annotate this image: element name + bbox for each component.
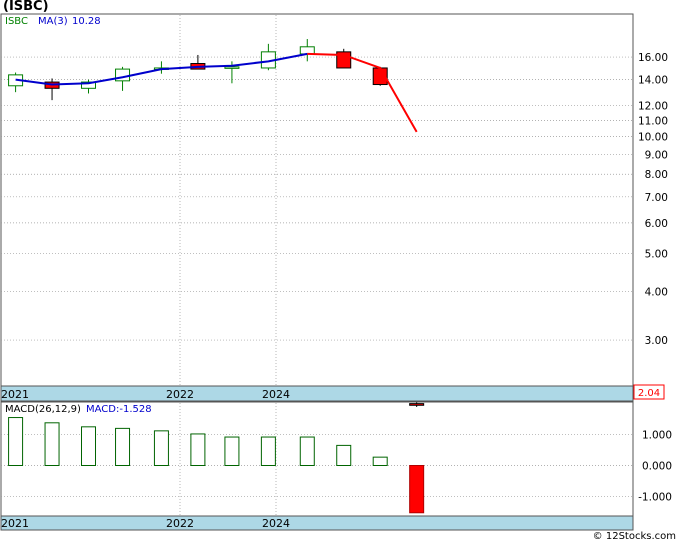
macd-x-label: 2022 (166, 517, 194, 530)
macd-bar (224, 436, 240, 467)
macd-x-label: 2024 (262, 517, 290, 530)
candle-body (299, 46, 315, 55)
macd-bar (372, 456, 388, 467)
price-x-label: 2022 (166, 388, 194, 401)
macd-bar (260, 436, 276, 467)
price-y-tick: 6.00 (645, 218, 668, 230)
price-panel (0, 13, 634, 402)
macd-value-label: MACD:-1.528 (86, 404, 152, 415)
price-x-axis-bar (0, 385, 634, 402)
price-y-tick: 9.00 (645, 149, 668, 161)
ma-label: MA(3) (38, 16, 68, 27)
macd-y-ticks: 1.000 0.000 -1.000 (638, 430, 672, 504)
macd-bar (190, 433, 206, 467)
macd-bar (44, 422, 60, 466)
footer-credit: © 12Stocks.com (592, 531, 676, 542)
moving-average (15, 52, 418, 133)
symbol-label: ISBC (5, 16, 28, 27)
price-y-tick: 8.00 (645, 169, 668, 181)
price-y-tick: 3.00 (645, 335, 668, 347)
macd-bar (153, 430, 169, 467)
price-y-tick: 11.00 (638, 115, 668, 127)
candle-body (409, 403, 425, 406)
price-x-label: 2024 (262, 388, 290, 401)
macd-x-label: 2021 (1, 517, 29, 530)
macd-bar (409, 465, 425, 514)
macd-y-tick: 0.000 (642, 461, 672, 473)
price-y-tick: 12.00 (638, 101, 668, 113)
price-x-label: 2021 (1, 388, 29, 401)
macd-bar (115, 427, 131, 466)
ma-value: 10.28 (72, 16, 101, 27)
candle-body (224, 66, 240, 69)
macd-bar (299, 436, 315, 467)
price-y-tick: 7.00 (645, 192, 668, 204)
price-grid (1, 15, 633, 386)
macd-y-tick: -1.000 (638, 491, 672, 503)
macd-series-label: MACD(26,12,9) (5, 404, 81, 415)
macd-x-axis-bar (0, 515, 634, 531)
stock-chart: 16.00 14.00 12.00 11.00 10.00 9.00 8.00 7.00 6.0… (0, 13, 672, 531)
macd-bar (336, 444, 352, 466)
price-y-ticks: 16.00 14.00 12.00 11.00 10.00 9.00 8.00 7.00 6.0… (638, 52, 668, 347)
macd-y-tick: 1.000 (642, 430, 672, 442)
price-y-tick: 5.00 (645, 249, 668, 261)
price-y-tick: 4.00 (645, 286, 668, 298)
price-y-tick: 10.00 (638, 132, 668, 144)
last-price-label: 2.04 (638, 388, 660, 399)
price-y-tick: 16.00 (638, 52, 668, 64)
price-y-tick: 14.00 (638, 75, 668, 87)
macd-bar (81, 426, 97, 466)
macd-bar (8, 417, 24, 466)
